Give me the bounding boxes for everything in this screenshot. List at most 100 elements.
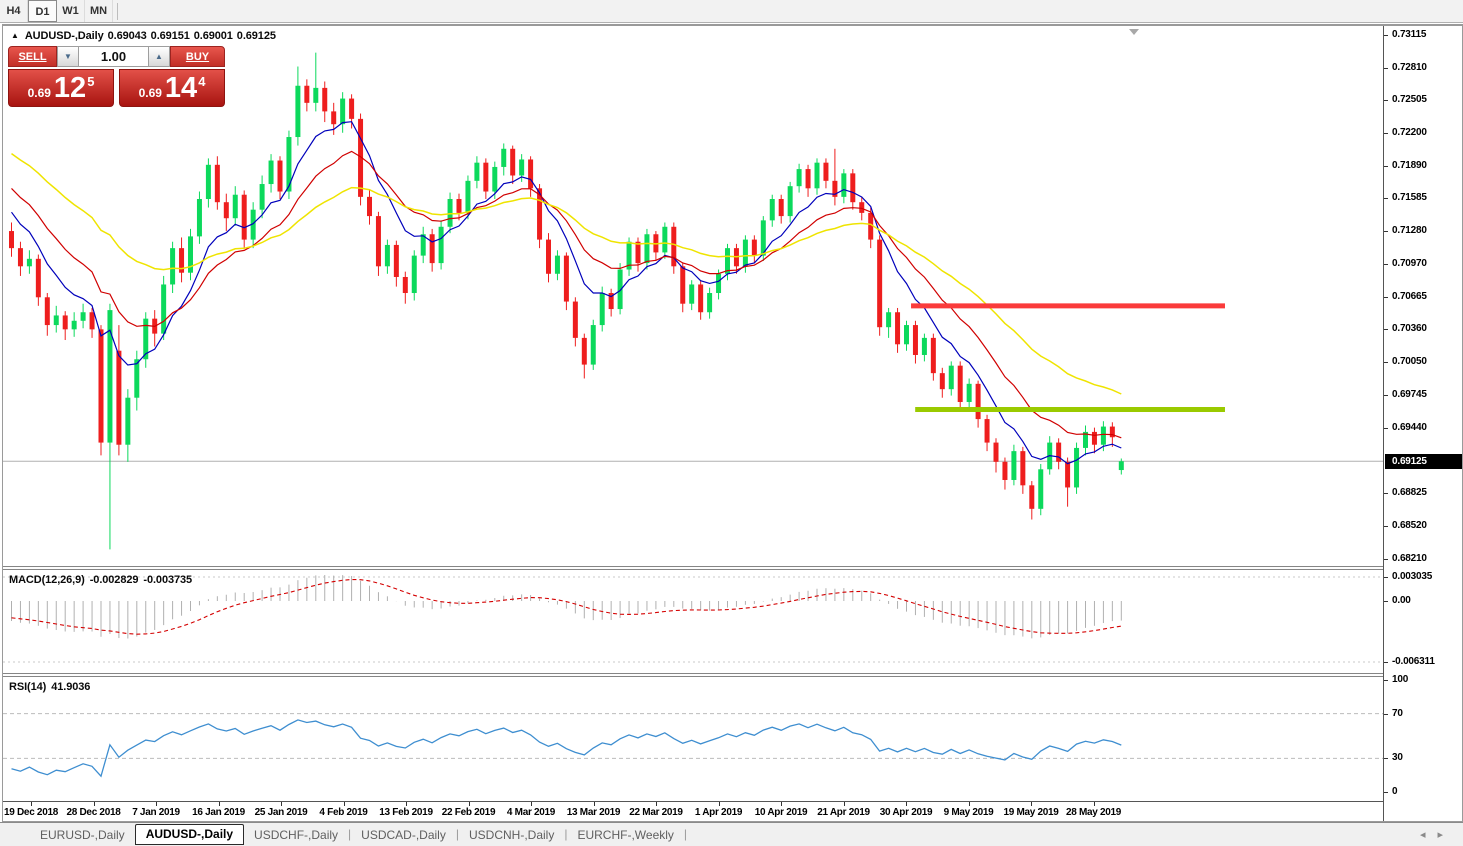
sell-button[interactable]: SELL [8,46,57,67]
candle [985,415,990,451]
rsi-line [12,720,1122,776]
tab-scroll-left-icon[interactable]: ◂ [1420,829,1438,841]
date-axis-label: 21 Apr 2019 [817,807,869,818]
buy-price-pip: 4 [198,74,205,89]
macd-canvas [3,570,1383,673]
price-axis-label-tick [1384,526,1388,527]
candle [797,164,802,193]
buy-price-prefix: 0.69 [139,86,162,100]
chart-tab-bar: EURUSD-,DailyAUDUSD-,DailyUSDCHF-,Daily|… [0,822,1463,846]
buy-price-tile[interactable]: 0.69 14 4 [119,69,225,107]
candle [430,229,435,272]
date-axis-tick [719,802,720,806]
sell-price-tile[interactable]: 0.69 12 5 [8,69,114,107]
price-axis[interactable]: 0.731150.728100.725050.722000.718900.715… [1383,26,1461,821]
date-axis-tick [906,802,907,806]
candle [376,212,381,276]
chart-tab-usdcad[interactable]: USDCAD-,Daily [351,825,456,845]
rsi-axis-label-tick [1384,792,1388,793]
candle [904,321,909,351]
candle [1002,458,1007,490]
main-chart-canvas[interactable] [3,26,1383,566]
chart-shift-marker-icon[interactable] [1129,29,1139,35]
price-axis-label-tick [1384,100,1388,101]
buy-button[interactable]: BUY [170,46,225,67]
candle [636,237,641,271]
date-axis-tick [1094,802,1095,806]
chart-tab-eurchf[interactable]: EURCHF-,Weekly [567,825,683,845]
candle [1011,445,1016,486]
candle [367,190,372,224]
candle [421,227,426,263]
price-axis-label-tick [1384,297,1388,298]
date-axis-label: 1 Apr 2019 [695,807,742,818]
buy-price-big: 14 [165,73,197,103]
macd-panel[interactable]: MACD(12,26,9)-0.002829-0.003735 [3,570,1383,673]
candle [967,378,972,408]
timeframe-button-d1[interactable]: D1 [28,0,57,22]
rsi-panel[interactable]: RSI(14)41.9036 [3,677,1383,801]
tab-scroll-right-icon[interactable]: ▸ [1437,829,1455,841]
volume-decrease-button[interactable]: ▼ [57,46,79,67]
price-axis-label: 0.69440 [1392,422,1427,434]
candle [1038,464,1043,515]
price-axis-label: 0.68825 [1392,487,1427,499]
timeframe-button-h4[interactable]: H4 [0,0,28,22]
candle [671,223,676,274]
candle [501,143,506,175]
rsi-value: 41.9036 [51,681,90,693]
candle [1029,481,1034,519]
price-axis-label-tick [1384,133,1388,134]
candle [206,158,211,207]
candle [224,194,229,231]
timeframe-button-mn[interactable]: MN [85,0,113,22]
chart-tab-usdcnh[interactable]: USDCNH-,Daily [459,825,564,845]
price-axis-label-tick [1384,35,1388,36]
chart-tab-eurusd[interactable]: EURUSD-,Daily [30,825,135,845]
candle [233,186,238,226]
candle [18,242,23,276]
date-axis-label: 22 Mar 2019 [629,807,682,818]
chart-tab-audusd[interactable]: AUDUSD-,Daily [135,824,244,845]
sell-price-big: 12 [54,73,86,103]
ohlc-high: 0.69151 [151,30,190,42]
candle [832,149,837,206]
price-axis-label-tick [1384,198,1388,199]
candle [107,304,112,550]
candle [895,308,900,353]
price-axis-label-tick [1384,493,1388,494]
main-chart-panel[interactable]: ▲AUDUSD-,Daily0.690430.691510.690010.691… [3,26,1383,566]
price-axis-label: 0.72505 [1392,94,1427,106]
candle [922,334,927,362]
volume-increase-button[interactable]: ▲ [148,46,170,67]
candle [806,165,811,197]
candle [976,381,981,428]
date-axis-label: 19 Dec 2018 [4,807,58,818]
macd-axis-label: 0.003035 [1392,571,1432,583]
timeframe-button-w1[interactable]: W1 [57,0,85,22]
candle [197,192,202,244]
chart-tab-usdchf[interactable]: USDCHF-,Daily [244,825,348,845]
candle [143,312,148,368]
date-axis-label: 9 May 2019 [944,807,994,818]
candle [877,235,882,335]
rsi-axis-label-tick [1384,714,1388,715]
macd-label: MACD(12,26,9)-0.002829-0.003735 [9,574,197,586]
candle [242,190,247,248]
candle [850,169,855,210]
candle [403,272,408,304]
macd-axis-label-tick [1384,577,1388,578]
date-axis-tick [969,802,970,806]
volume-input[interactable] [79,46,148,67]
collapse-panel-icon[interactable]: ▲ [11,31,19,40]
price-axis-label: 0.71890 [1392,160,1427,172]
candle [662,223,667,259]
candle [707,288,712,319]
price-axis-label-tick [1384,362,1388,363]
candle [439,220,444,269]
price-axis-label: 0.70050 [1392,356,1427,368]
candle [295,67,300,146]
candle [27,250,32,274]
date-axis[interactable]: 19 Dec 201828 Dec 20187 Jan 201916 Jan 2… [3,801,1383,821]
candle [134,351,139,411]
